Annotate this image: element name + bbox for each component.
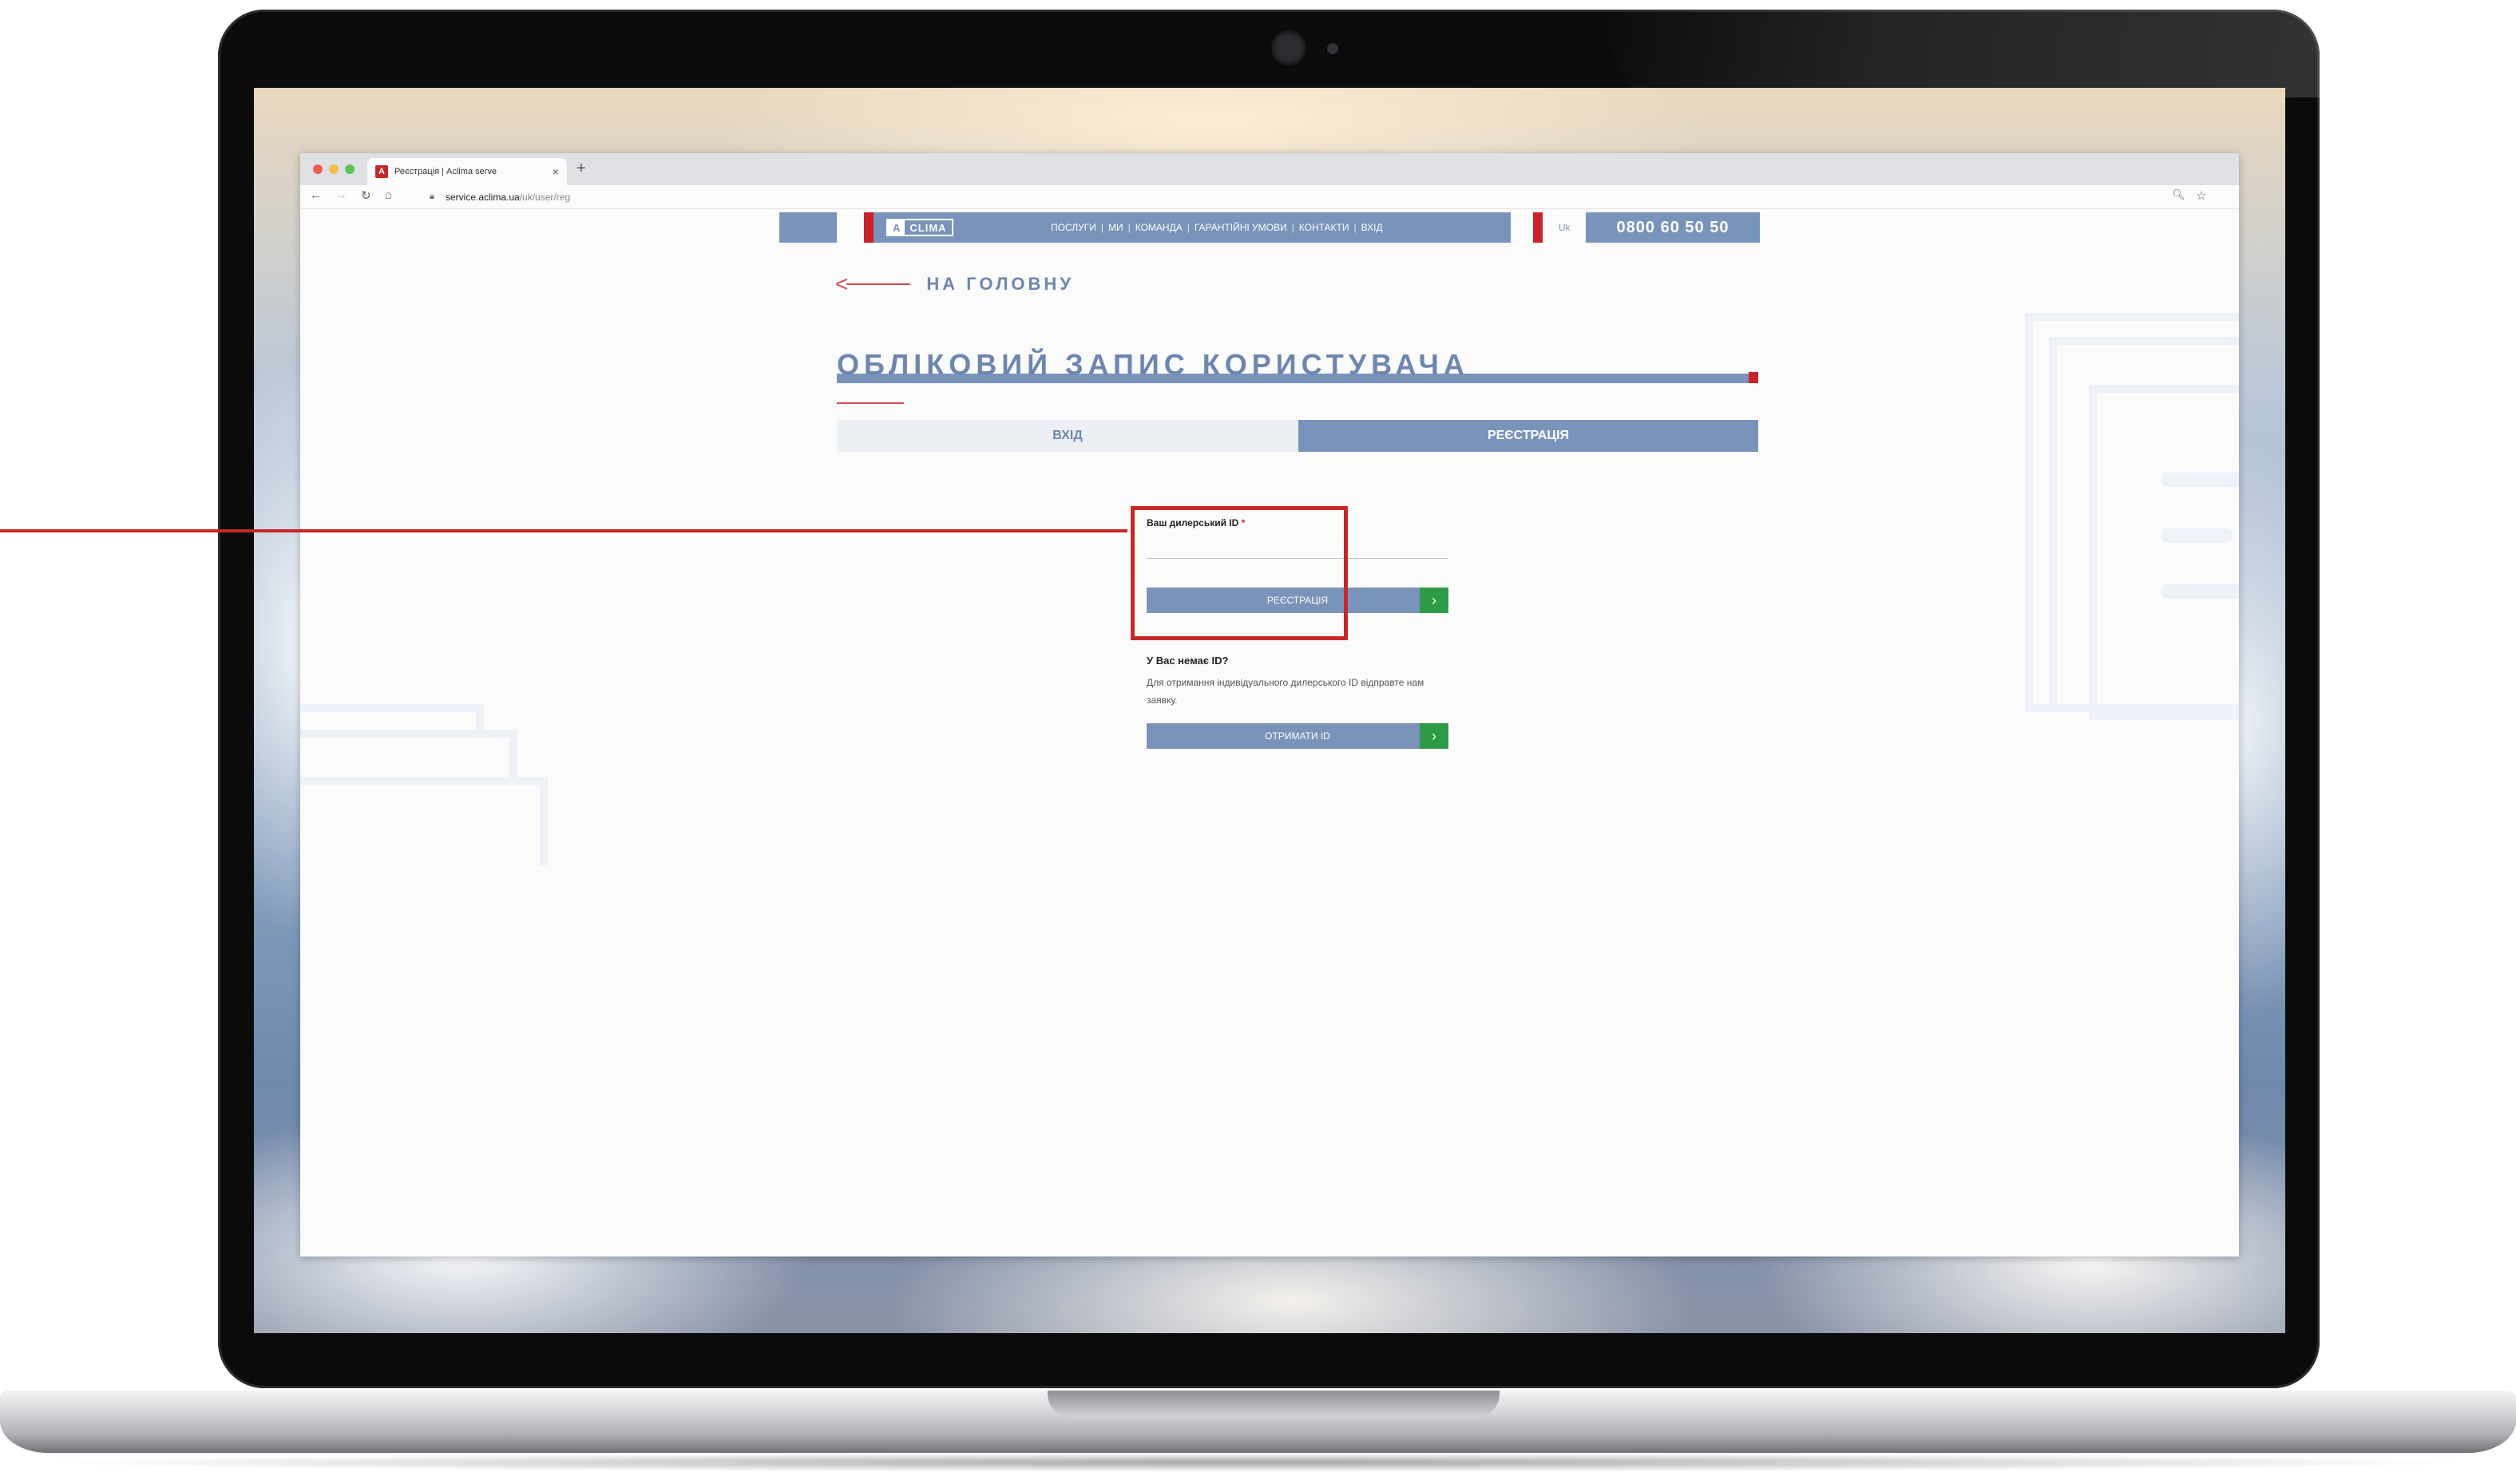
tab-close-icon[interactable]: × [553,165,559,178]
new-tab-button[interactable]: + [577,160,586,178]
close-window-button[interactable] [313,164,323,174]
no-id-text: Для отримання індивідуального дилерськог… [1147,677,1424,706]
browser-tab-bar: A Реєстрація | Aclima serve × + [300,153,2239,185]
decorative-line [2161,528,2233,543]
page-title: ОБЛІКОВИЙ ЗАПИС КОРИСТУВАЧА [837,348,1469,381]
language-switch[interactable]: Uk [1559,222,1571,233]
nav-separator: | [1127,222,1131,233]
decorative-outline-right-3 [2089,385,2239,720]
decorative-outline-left [300,704,484,712]
annotation-highlight-box [1131,506,1348,640]
back-arrow-icon[interactable]: ← [310,188,322,202]
decorative-line [2161,584,2239,599]
logo-clima: CLIMA [909,221,947,234]
webcam-icon [1271,30,1306,65]
url-path: /uk/user/reg [519,192,571,203]
title-bar-red-accent [1749,372,1758,383]
laptop-base-notch [1048,1391,1500,1418]
camera-indicator [1327,43,1338,54]
nav-item-about[interactable]: МИ [1108,222,1123,233]
tab-register[interactable]: РЕЄСТРАЦІЯ [1298,420,1758,452]
back-label: НА ГОЛОВНУ [926,274,1075,294]
browser-window: A Реєстрація | Aclima serve × + ← → ↻ ⌂ … [300,153,2239,1256]
nav-separator: | [1353,222,1357,233]
decorative-line [2161,473,2239,487]
web-page: A CLIMA ПОСЛУГИ | МИ | КОМАНДА | ГАРАНТІ… [300,209,2239,1256]
logo-a: A [888,220,905,235]
header-red-accent [864,212,874,243]
nav-separator: | [1291,222,1294,233]
browser-tab-active[interactable]: A Реєстрація | Aclima serve × [367,158,567,185]
main-nav: ПОСЛУГИ | МИ | КОМАНДА | ГАРАНТІЙНІ УМОВ… [1051,222,1383,233]
minimize-window-button[interactable] [329,164,339,174]
decorative-outline-left [476,704,484,738]
nav-separator: | [1187,222,1190,233]
zoom-icon[interactable]: 🔍︎ [2172,188,2185,201]
nav-separator: | [1100,222,1103,233]
nav-item-services[interactable]: ПОСЛУГИ [1051,222,1096,233]
decorative-outline-left [509,730,517,786]
decorative-outline-left [540,778,548,865]
chevron-right-icon: › [1420,588,1448,613]
url-host: service.aclima.ua [446,192,520,203]
back-arrow-line [846,283,911,285]
home-icon[interactable]: ⌂ [385,188,392,202]
back-to-home-link[interactable]: < НА ГОЛОВНУ [835,273,1074,295]
get-id-button[interactable]: ОТРИМАТИ ID › [1147,723,1448,749]
annotation-pointer-line [0,529,1127,532]
aclima-logo[interactable]: A CLIMA [886,219,953,236]
lock-icon: 🔒︎ [430,192,434,201]
maximize-window-button[interactable] [345,164,355,174]
nav-item-warranty[interactable]: ГАРАНТІЙНІ УМОВИ [1195,222,1287,233]
address-bar: ← → ↻ ⌂ 🔒︎ service.aclima.ua/uk/user/reg… [300,185,2239,209]
tab-title: Реєстрація | Aclima serve [394,167,497,176]
title-underline [837,402,904,404]
reload-icon[interactable]: ↻ [361,188,371,203]
header-red-accent [1533,212,1543,243]
header-block-left [779,212,837,243]
phone-number[interactable]: 0800 60 50 50 [1586,212,1760,243]
no-id-title: У Вас немає ID? [1147,655,1229,667]
forward-arrow-icon[interactable]: → [335,188,347,202]
bezel-gloss [1591,10,2320,97]
laptop-shadow [32,1453,2484,1472]
nav-item-team[interactable]: КОМАНДА [1135,222,1183,233]
nav-item-login[interactable]: ВХІД [1361,222,1383,233]
aclima-favicon-icon: A [375,165,388,178]
bookmark-star-icon[interactable]: ☆ [2196,188,2206,203]
get-id-button-label: ОТРИМАТИ ID [1265,730,1330,742]
url-field[interactable]: service.aclima.ua/uk/user/reg [446,192,570,203]
chevron-right-icon: › [1420,723,1448,749]
nav-item-contacts[interactable]: КОНТАКТИ [1299,222,1349,233]
tab-login[interactable]: ВХІД [837,420,1298,452]
